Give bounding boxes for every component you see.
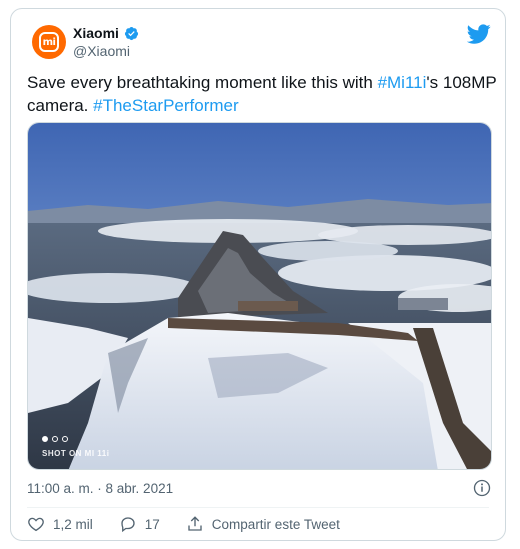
carousel-dot-2[interactable] (52, 436, 58, 442)
mountain-photo (28, 123, 491, 469)
hashtag-mi11i-link[interactable]: #Mi11i (378, 73, 427, 92)
author-display-name[interactable]: Xiaomi (73, 25, 119, 41)
author-avatar[interactable]: mi (32, 25, 66, 59)
author-handle[interactable]: @Xiaomi (73, 43, 130, 59)
tweet-timestamp[interactable]: 11:00 a. m. · 8 abr. 2021 (27, 481, 173, 496)
reply-button[interactable]: 17 (119, 515, 160, 533)
speech-bubble-icon (121, 517, 135, 533)
tweet-text: Save every breathtaking moment like this… (27, 71, 497, 117)
tweet-media-photo[interactable]: SHOT ON MI 11i (27, 122, 492, 470)
tweet-card: mi Xiaomi @Xiaomi Save every breathtakin… (10, 8, 506, 541)
avatar-logo-text: mi (42, 36, 56, 48)
share-label: Compartir este Tweet (211, 516, 340, 532)
shot-on-watermark: SHOT ON MI 11i (42, 449, 110, 458)
tweet-text-part1: Save every breathtaking moment like this… (27, 73, 378, 92)
like-count: 1,2 mil (53, 516, 93, 532)
twitter-bird-icon[interactable] (467, 22, 491, 46)
share-button[interactable]: Compartir este Tweet (186, 515, 340, 533)
actions-divider (27, 507, 489, 508)
reply-count: 17 (144, 516, 160, 532)
carousel-dot-1[interactable] (42, 436, 48, 442)
author-name-row: Xiaomi (73, 25, 139, 41)
tweet-actions-bar: 1,2 mil 17 Compartir este Tweet (27, 515, 366, 533)
xiaomi-logo-icon: mi (39, 32, 59, 52)
like-button[interactable]: 1,2 mil (27, 515, 93, 533)
carousel-indicator (42, 436, 68, 442)
share-upload-icon (188, 516, 202, 531)
carousel-dot-3[interactable] (62, 436, 68, 442)
heart-icon (28, 517, 44, 532)
verified-badge-icon (124, 26, 138, 40)
hashtag-thestarperformer-link[interactable]: #TheStarPerformer (93, 96, 239, 115)
info-icon[interactable] (473, 479, 491, 497)
